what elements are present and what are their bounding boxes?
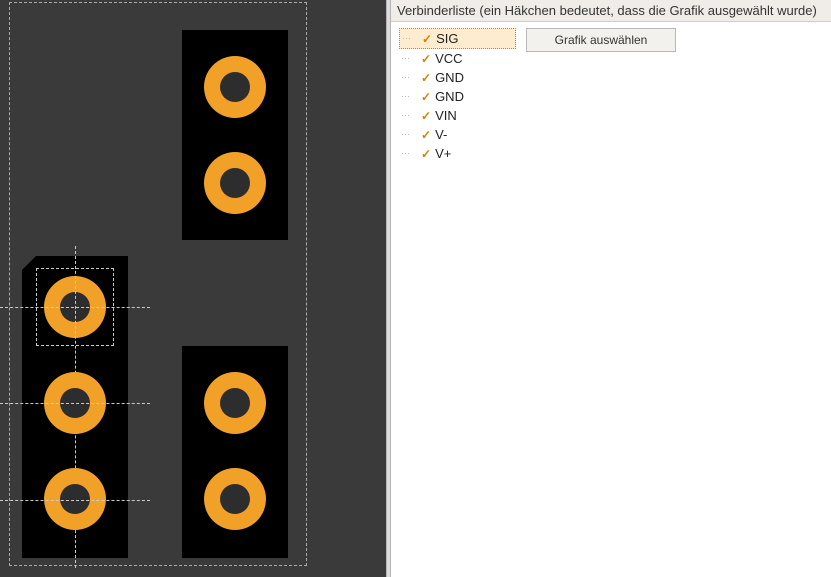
pad-group-top[interactable]: [182, 30, 288, 240]
connector-label: GND: [435, 70, 464, 85]
tree-branch-icon: ⋯: [401, 110, 417, 121]
check-icon: ✓: [421, 128, 431, 142]
connector-label: GND: [435, 89, 464, 104]
tree-branch-icon: ⋯: [401, 53, 417, 64]
check-icon: ✓: [421, 71, 431, 85]
pcb-canvas[interactable]: [0, 0, 386, 577]
connector-label: SIG: [436, 31, 458, 46]
connector-label: V+: [435, 146, 451, 161]
corner-fold-icon: [22, 256, 36, 270]
check-icon: ✓: [421, 52, 431, 66]
connector-label: V-: [435, 127, 447, 142]
pad-group-right[interactable]: [182, 346, 288, 558]
tree-branch-icon: ⋯: [401, 129, 417, 140]
pad[interactable]: [200, 464, 270, 534]
connector-item-gnd[interactable]: ⋯ ✓ GND: [401, 68, 516, 87]
connector-tree[interactable]: ⋯✓SIG⋯✓VCC⋯✓GND⋯✓GND⋯✓VIN⋯✓V-⋯✓V+: [391, 22, 516, 577]
connector-list-panel: Verbinderliste (ein Häkchen bedeutet, da…: [391, 0, 831, 577]
check-icon: ✓: [421, 90, 431, 104]
check-icon: ✓: [421, 109, 431, 123]
connector-item-gnd[interactable]: ⋯ ✓ GND: [401, 87, 516, 106]
pad[interactable]: [40, 464, 110, 534]
tree-branch-icon: ⋯: [401, 148, 417, 159]
connector-item-vin[interactable]: ⋯ ✓ VIN: [401, 106, 516, 125]
connector-label: VIN: [435, 108, 457, 123]
tree-branch-icon: ⋯: [402, 33, 418, 44]
tree-branch-icon: ⋯: [401, 72, 417, 83]
pad[interactable]: [200, 368, 270, 438]
connector-item-vcc[interactable]: ⋯ ✓ VCC: [401, 49, 516, 68]
pad[interactable]: [200, 52, 270, 122]
crosshair-h: [0, 403, 150, 404]
select-graphic-button[interactable]: Grafik auswählen: [526, 28, 676, 52]
connector-item-v[interactable]: ⋯ ✓ V+: [401, 144, 516, 163]
check-icon: ✓: [421, 147, 431, 161]
crosshair-h: [0, 500, 150, 501]
pad-group-left[interactable]: [22, 256, 128, 558]
pad[interactable]: [200, 148, 270, 218]
connector-label: VCC: [435, 51, 462, 66]
panel-header: Verbinderliste (ein Häkchen bedeutet, da…: [391, 0, 831, 22]
connector-item-v[interactable]: ⋯ ✓ V-: [401, 125, 516, 144]
connector-item-sig[interactable]: ⋯ ✓ SIG: [399, 28, 516, 49]
check-icon: ✓: [422, 32, 432, 46]
tree-branch-icon: ⋯: [401, 91, 417, 102]
